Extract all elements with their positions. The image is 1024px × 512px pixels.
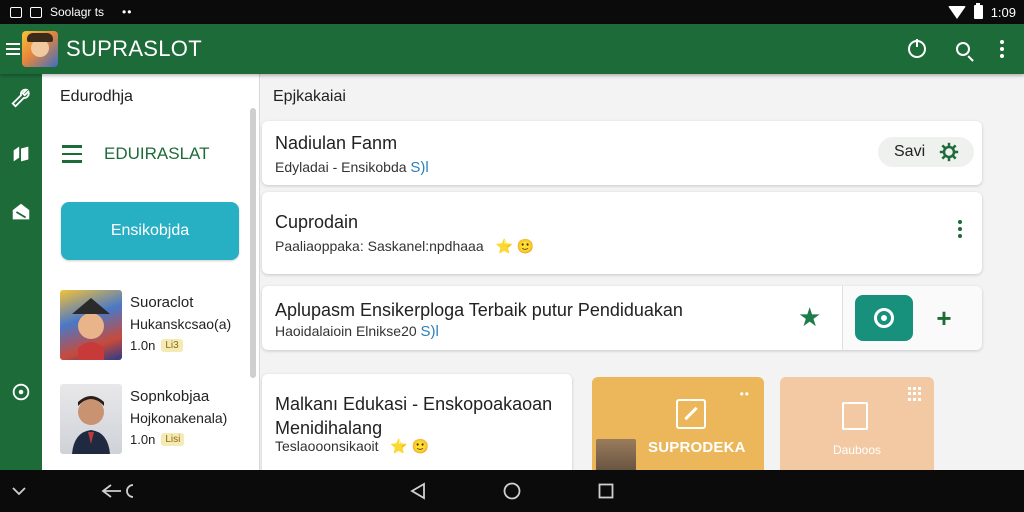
card-title: Nadiulan Fanm [275, 133, 398, 153]
rail-item-tags[interactable] [0, 194, 42, 230]
card-subtitle-text: Paaliaoppaka: Saskanel:npdhaaa [275, 238, 484, 254]
card-subtitle: Teslaooonsikaoit ⭐ 🙂 [275, 438, 429, 455]
content-card[interactable]: Nadiulan Fanm Edyladai - Ensikobda S)l S… [262, 121, 982, 185]
card-action-group: + [842, 286, 982, 350]
card-subtitle: Edyladai - Ensikobda S)l [275, 159, 429, 176]
hamburger-icon [62, 145, 82, 163]
tile-label: Dauboos [832, 443, 882, 457]
system-nav-bar [0, 470, 1024, 512]
card-subtitle: Haoidalaioin Elnikse20 S)l [275, 323, 439, 340]
feature-tile[interactable]: •• SUPRODEKA [592, 377, 764, 470]
app-bar: SUPRASLOT [0, 24, 1024, 74]
feature-tile[interactable]: Dauboos [780, 377, 934, 470]
card-title: Malkanı Edukasi - Enskopoakaoan Menidiha… [275, 394, 553, 438]
wifi-icon [947, 5, 966, 19]
status-right: 1:09 [947, 3, 1024, 20]
home-icon[interactable] [498, 470, 526, 512]
chevron-down-icon[interactable] [6, 470, 32, 512]
more-vert-icon[interactable] [1000, 40, 1004, 58]
drawer-header: Edurodhja [60, 88, 133, 105]
wrench-icon [11, 88, 30, 108]
item-version: 1.0n [130, 432, 156, 447]
card-title: Aplupasm Ensikerploga Terbaik putur Pend… [275, 300, 683, 320]
drawer-list-item[interactable]: Sopnkobjaa Hojkonakenala) 1.0n Lisi [60, 384, 250, 454]
clock: 1:09 [990, 4, 1016, 20]
save-label: Savi [894, 143, 926, 160]
rail-item-library[interactable] [0, 136, 42, 172]
star-icon[interactable]: ★ [798, 304, 821, 330]
status-left: Soolagr ts •• [0, 5, 132, 19]
item-version: 1.0n [130, 338, 156, 353]
app-logo [22, 31, 58, 67]
item-subtitle: Hojkonakenala) [130, 410, 228, 426]
app-bar-actions [908, 39, 1024, 58]
rail-item-circle[interactable] [0, 374, 42, 410]
card-more-icon[interactable] [958, 220, 962, 238]
drawer-nav-item[interactable]: EDUIRASLAT [62, 144, 210, 164]
drawer-cta-button[interactable]: Ensikobjda [61, 202, 239, 260]
tile-thumbnail [596, 439, 636, 470]
notification-text: Soolagr ts [50, 5, 105, 19]
content-card[interactable]: Cuprodain Paaliaoppaka: Saskanel:npdhaaa… [262, 192, 982, 274]
card-tag: S)l [420, 323, 439, 340]
drawer-list-item[interactable]: Suoraclot Hukanskcsao(a) 1.0n Li3 [60, 290, 250, 360]
navigation-rail [0, 74, 42, 470]
tile-logo-icon [676, 399, 706, 429]
card-subtitle-text: Edyladai - Ensikobda [275, 159, 407, 175]
item-badge: Li3 [161, 339, 183, 352]
item-badge: Lisi [161, 433, 185, 446]
circle-icon [12, 383, 30, 401]
power-icon[interactable] [908, 39, 926, 58]
main-header: Epjkakaiai [273, 88, 346, 105]
drawer-panel: Edurodhja EDUIRASLAT Ensikobjda Suoraclo… [42, 74, 260, 470]
status-bar: Soolagr ts •• 1:09 [0, 0, 1024, 24]
save-button[interactable]: Savi [878, 137, 974, 167]
recents-icon[interactable] [592, 470, 620, 512]
item-title: Suoraclot [130, 294, 194, 311]
target-button[interactable] [855, 295, 913, 341]
tag-icon [12, 203, 30, 220]
drawer-nav-label: EDUIRASLAT [104, 144, 210, 163]
item-thumbnail [60, 384, 122, 454]
item-meta: 1.0n Li3 [130, 338, 183, 353]
grid-icon[interactable] [908, 387, 922, 401]
card-tag: S)l [410, 159, 429, 176]
main-content: Epjkakaiai Nadiulan Fanm Edyladai - Ensi… [260, 74, 1024, 470]
item-meta: 1.0n Lisi [130, 432, 185, 447]
card-subtitle: Paaliaoppaka: Saskanel:npdhaaa ⭐ 🙂 [275, 238, 534, 255]
back-triangle-icon[interactable] [404, 470, 432, 512]
tile-logo-icon [842, 402, 868, 430]
add-button[interactable]: + [915, 295, 973, 341]
drawer-scrollbar[interactable] [250, 108, 256, 378]
book-icon [13, 146, 29, 162]
card-subtitle-text: Haoidalaioin Elnikse20 [275, 323, 417, 339]
item-thumbnail [60, 290, 122, 360]
battery-icon [973, 3, 983, 19]
search-icon[interactable] [956, 42, 970, 56]
gear-icon [939, 142, 959, 162]
app-notification-icon [30, 6, 42, 18]
image-notification-icon [10, 6, 22, 18]
target-icon [874, 308, 894, 328]
tile-label: SUPRODEKA [648, 439, 746, 456]
app-title: SUPRASLOT [66, 36, 202, 61]
rail-item-tools[interactable] [0, 80, 42, 116]
plus-icon: + [936, 302, 952, 333]
tile-more-icon[interactable]: •• [740, 387, 750, 401]
menu-icon[interactable] [6, 43, 20, 55]
item-subtitle: Hukanskcsao(a) [130, 316, 232, 332]
notification-dots: •• [122, 5, 133, 19]
content-card[interactable]: Malkanı Edukasi - Enskopoakaoan Menidiha… [262, 374, 572, 470]
card-subtitle-text: Teslaooonsikaoit [275, 438, 379, 454]
back-icon[interactable] [96, 470, 146, 512]
card-title: Cuprodain [275, 212, 359, 232]
emoji-icons: ⭐ 🙂 [390, 438, 430, 454]
content-card[interactable]: Aplupasm Ensikerploga Terbaik putur Pend… [262, 286, 982, 350]
emoji-icons: ⭐ 🙂 [495, 238, 535, 254]
item-title: Sopnkobjaa [130, 388, 210, 405]
